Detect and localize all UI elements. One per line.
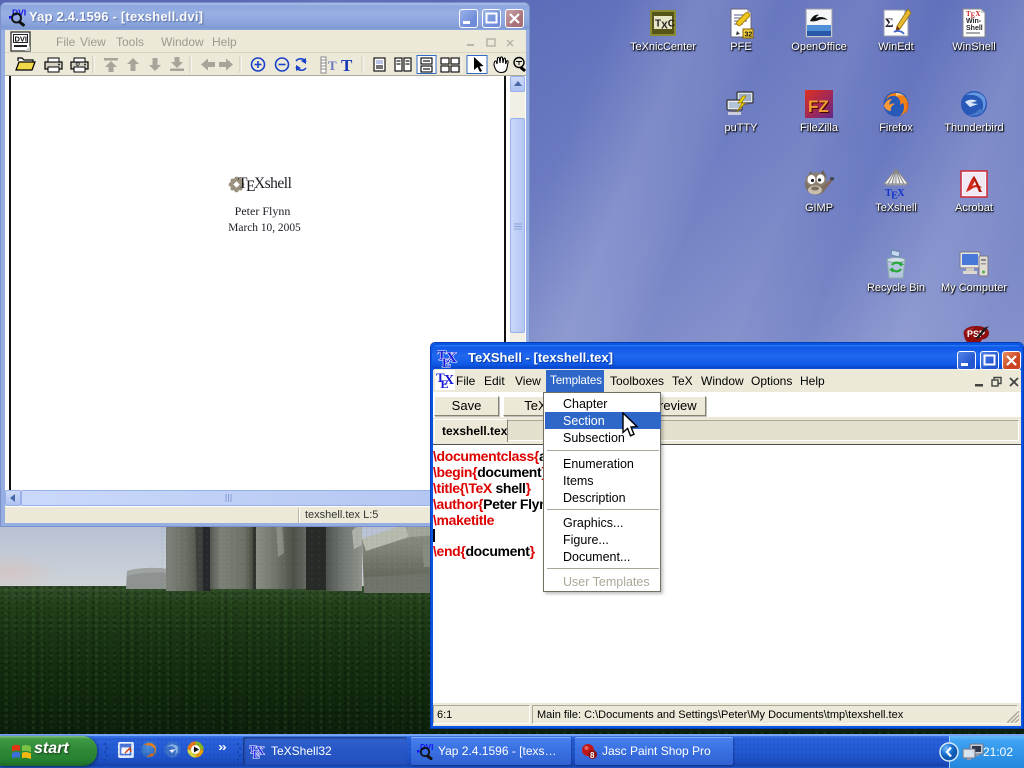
svg-text:T: T bbox=[341, 56, 353, 75]
svg-text:32: 32 bbox=[745, 32, 753, 39]
svg-text:X: X bbox=[444, 373, 454, 388]
svg-text:DVI: DVI bbox=[12, 8, 26, 18]
svg-text:T: T bbox=[328, 58, 337, 73]
svg-text:TEX: TEX bbox=[885, 188, 905, 200]
svg-text:⚙: ⚙ bbox=[75, 61, 80, 68]
svg-text:FZ: FZ bbox=[808, 97, 829, 116]
svg-text:Shell: Shell bbox=[966, 25, 983, 32]
svg-text:Σ: Σ bbox=[885, 15, 894, 30]
svg-text:DVI: DVI bbox=[15, 35, 28, 44]
svg-text:8: 8 bbox=[590, 751, 595, 760]
svg-text:Win-: Win- bbox=[966, 18, 982, 25]
svg-text:X: X bbox=[256, 744, 265, 758]
svg-text:X: X bbox=[446, 350, 457, 366]
